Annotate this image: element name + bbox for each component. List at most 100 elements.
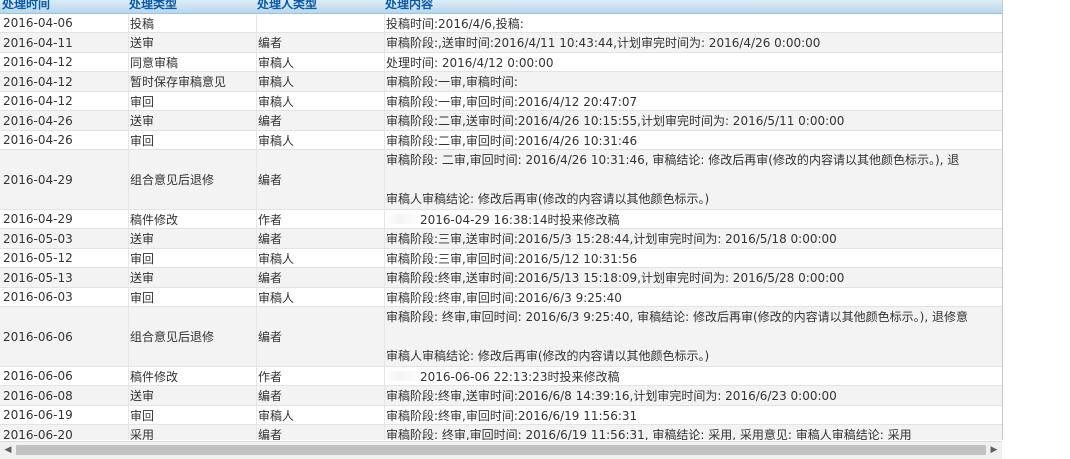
cell-time: 2016-06-08 [3, 388, 73, 403]
cell-content-text: 2016-04-29 16:38:14时投来修改稿 [420, 212, 620, 227]
cell-type: 组合意见后退修 [128, 150, 256, 209]
table-row[interactable]: 2016-06-20 采用 编者 审稿阶段: 终审,审回时间: 2016/6/1… [0, 425, 1002, 440]
cell-time: 2016-04-26 [3, 133, 73, 147]
cell-time: 2016-06-06 [3, 329, 73, 344]
cell-content: 审稿阶段:三审,送审时间:2016/5/3 15:28:44,计划审完时间为: … [384, 229, 1002, 248]
cell-type: 送审 [128, 386, 256, 405]
cell-handler: 作者 [256, 210, 384, 228]
cell-content: 审稿阶段:终审,审回时间:2016/6/19 11:56:31 [384, 406, 1002, 424]
cell-time: 2016-04-12 [3, 55, 73, 69]
header-handler[interactable]: 处理人类型 [257, 0, 317, 12]
cell-time: 2016-04-06 [3, 16, 73, 30]
cell-handler: 编者 [256, 111, 384, 130]
table-row[interactable]: 2016-06-06 稿件修改 作者 2016-06-06 22:13:23时投… [0, 367, 1002, 386]
scrollbar-thumb[interactable] [16, 445, 986, 455]
cell-time: 2016-04-11 [3, 35, 73, 50]
cell-handler: 审稿人 [256, 406, 384, 424]
table-row[interactable]: 2016-05-13 送审 编者 审稿阶段:终审,送审时间:2016/5/13 … [0, 268, 1002, 288]
table-row[interactable]: 2016-05-03 送审 编者 审稿阶段:三审,送审时间:2016/5/3 1… [0, 229, 1002, 249]
cell-content: 审稿阶段:一审,审回时间:2016/4/12 20:47:07 [384, 92, 1002, 110]
table-row[interactable]: 2016-04-12 审回 审稿人 审稿阶段:一审,审回时间:2016/4/12… [0, 92, 1002, 111]
cell-time: 2016-04-29 [3, 172, 73, 187]
table-row[interactable]: 2016-04-29 稿件修改 作者 2016-04-29 16:38:14时投… [0, 210, 1002, 229]
cell-handler: 作者 [256, 367, 384, 385]
cell-time: 2016-04-12 [3, 74, 73, 89]
table-row[interactable]: 2016-06-03 审回 审稿人 审稿阶段:终审,审回时间:2016/6/3 … [0, 288, 1002, 307]
cell-time: 2016-06-03 [3, 290, 73, 304]
cell-type: 审回 [128, 249, 256, 267]
table-row[interactable]: 2016-04-11 送审 编者 审稿阶段:,送审时间:2016/4/11 10… [0, 33, 1002, 53]
cell-type: 送审 [128, 268, 256, 287]
cell-time: 2016-04-26 [3, 113, 73, 128]
cell-content: 审稿阶段: 二审,审回时间: 2016/4/26 10:31:46, 审稿结论:… [384, 150, 1002, 209]
redaction-mark [386, 214, 420, 224]
cell-handler: 审稿人 [256, 249, 384, 267]
cell-content-text: 2016-06-06 22:13:23时投来修改稿 [420, 369, 620, 384]
arrow-right-icon[interactable]: ▶ [988, 444, 1000, 456]
cell-handler: 审稿人 [256, 72, 384, 91]
arrow-left-icon[interactable]: ◀ [2, 444, 14, 456]
cell-type: 送审 [128, 33, 256, 52]
cell-handler [256, 14, 384, 32]
cell-type: 暂时保存审稿意见 [128, 72, 256, 91]
cell-type: 稿件修改 [128, 210, 256, 228]
table-row[interactable]: 2016-05-12 审回 审稿人 审稿阶段:三审,审回时间:2016/5/12… [0, 249, 1002, 268]
content-line-1: 审稿阶段: 二审,审回时间: 2016/4/26 10:31:46, 审稿结论:… [386, 153, 960, 167]
cell-content: 审稿阶段: 终审,审回时间: 2016/6/19 11:56:31, 审稿结论:… [384, 425, 1002, 440]
cell-time: 2016-06-19 [3, 408, 73, 422]
cell-handler: 编者 [256, 229, 384, 248]
table-row[interactable]: 2016-04-29 组合意见后退修 编者 审稿阶段: 二审,审回时间: 201… [0, 150, 1002, 210]
table-row[interactable]: 2016-06-06 组合意见后退修 编者 审稿阶段: 终审,审回时间: 201… [0, 307, 1002, 367]
cell-content: 2016-04-29 16:38:14时投来修改稿 [384, 210, 1002, 228]
cell-time: 2016-04-12 [3, 94, 73, 108]
cell-type: 同意审稿 [128, 53, 256, 71]
cell-content: 审稿阶段: 终审,审回时间: 2016/6/3 9:25:40, 审稿结论: 修… [384, 307, 1002, 366]
header-type[interactable]: 处理类型 [129, 0, 177, 12]
header-content[interactable]: 处理内容 [385, 0, 433, 12]
table-row[interactable]: 2016-04-12 暂时保存审稿意见 审稿人 审稿阶段:一审,审稿时间: [0, 72, 1002, 92]
cell-type: 送审 [128, 229, 256, 248]
cell-time: 2016-05-12 [3, 251, 73, 265]
content-line-2: 审稿人审稿结论: 修改后再审(修改的内容请以其他颜色标示。) [386, 349, 710, 363]
cell-type: 审回 [128, 131, 256, 149]
grid-body: 2016-04-06 投稿 投稿时间:2016/4/6,投稿: 2016-04-… [0, 14, 1002, 440]
cell-time: 2016-06-20 [3, 427, 73, 441]
cell-content: 审稿阶段:终审,送审时间:2016/5/13 15:18:09,计划审完时间为:… [384, 268, 1002, 287]
cell-type: 审回 [128, 406, 256, 424]
cell-handler: 审稿人 [256, 288, 384, 306]
horizontal-scrollbar[interactable]: ◀ ▶ [0, 441, 1002, 459]
cell-content: 2016-06-06 22:13:23时投来修改稿 [384, 367, 1002, 385]
cell-handler: 编者 [256, 268, 384, 287]
cell-time: 2016-05-13 [3, 270, 73, 285]
cell-type: 组合意见后退修 [128, 307, 256, 366]
cell-type: 审回 [128, 92, 256, 110]
cell-content: 投稿时间:2016/4/6,投稿: [384, 14, 1002, 32]
cell-content: 审稿阶段:,送审时间:2016/4/11 10:43:44,计划审完时间为: 2… [384, 33, 1002, 52]
redaction-mark [386, 371, 420, 381]
table-row[interactable]: 2016-04-06 投稿 投稿时间:2016/4/6,投稿: [0, 14, 1002, 33]
grid-header: 处理时间 处理类型 处理人类型 处理内容 [0, 0, 1002, 14]
cell-content: 审稿阶段:二审,送审时间:2016/4/26 10:15:55,计划审完时间为:… [384, 111, 1002, 130]
table-row[interactable]: 2016-04-26 送审 编者 审稿阶段:二审,送审时间:2016/4/26 … [0, 111, 1002, 131]
header-time[interactable]: 处理时间 [2, 0, 50, 12]
cell-type: 采用 [128, 425, 256, 440]
cell-handler: 编者 [256, 386, 384, 405]
cell-content: 审稿阶段:一审,审稿时间: [384, 72, 1002, 91]
cell-handler: 编者 [256, 307, 384, 366]
cell-content: 审稿阶段:三审,审回时间:2016/5/12 10:31:56 [384, 249, 1002, 267]
cell-type: 送审 [128, 111, 256, 130]
content-line-2: 审稿人审稿结论: 修改后再审(修改的内容请以其他颜色标示。) [386, 192, 710, 206]
cell-handler: 审稿人 [256, 131, 384, 149]
table-row[interactable]: 2016-06-08 送审 编者 审稿阶段:终审,送审时间:2016/6/8 1… [0, 386, 1002, 406]
table-row[interactable]: 2016-04-26 审回 审稿人 审稿阶段:二审,审回时间:2016/4/26… [0, 131, 1002, 150]
cell-type: 审回 [128, 288, 256, 306]
history-grid: 处理时间 处理类型 处理人类型 处理内容 2016-04-06 投稿 投稿时间:… [0, 0, 1003, 440]
cell-time: 2016-04-29 [3, 212, 73, 226]
cell-handler: 编者 [256, 150, 384, 209]
content-line-1: 审稿阶段: 终审,审回时间: 2016/6/3 9:25:40, 审稿结论: 修… [386, 310, 968, 324]
table-row[interactable]: 2016-04-12 同意审稿 审稿人 处理时间: 2016/4/12 0:00… [0, 53, 1002, 72]
cell-content: 审稿阶段:二审,审回时间:2016/4/26 10:31:46 [384, 131, 1002, 149]
cell-time: 2016-06-06 [3, 369, 73, 383]
table-row[interactable]: 2016-06-19 审回 审稿人 审稿阶段:终审,审回时间:2016/6/19… [0, 406, 1002, 425]
cell-content: 审稿阶段:终审,审回时间:2016/6/3 9:25:40 [384, 288, 1002, 306]
